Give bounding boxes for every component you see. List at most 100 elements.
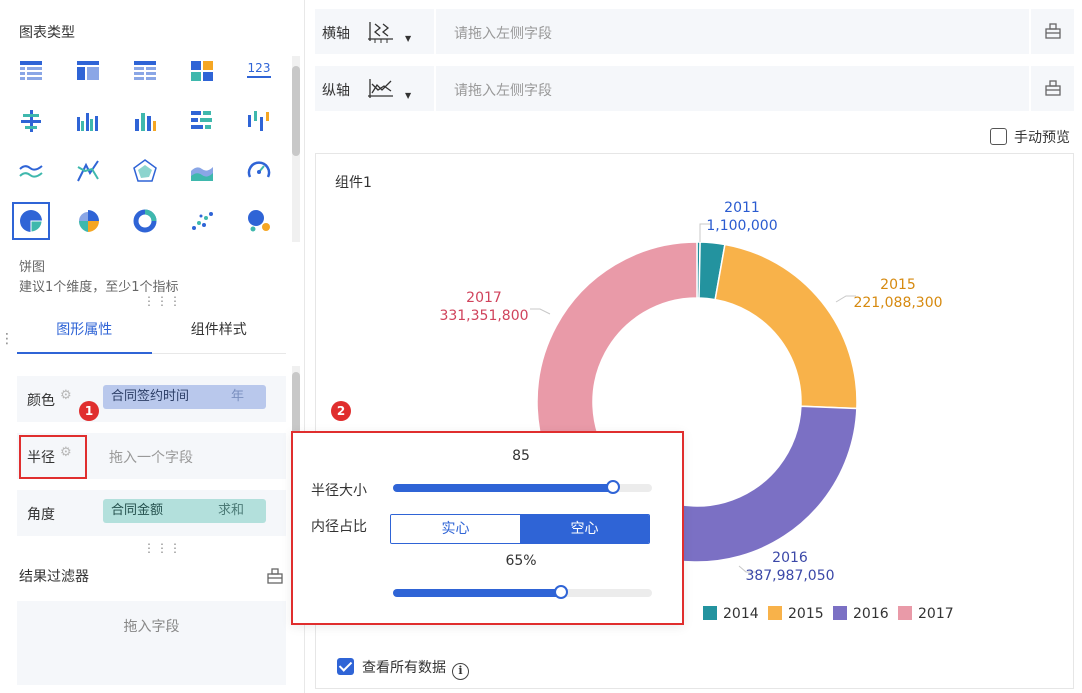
x-axis-row: 横轴 ▼ 请拖入左侧字段 bbox=[315, 9, 1074, 54]
divider bbox=[434, 9, 436, 54]
chevron-down-icon[interactable]: ▼ bbox=[405, 34, 411, 43]
range-bar-icon[interactable] bbox=[240, 102, 278, 140]
chart-types-title: 图表类型 bbox=[19, 25, 75, 41]
radius-slider[interactable] bbox=[393, 480, 652, 494]
solid-option[interactable]: 实心 bbox=[391, 515, 520, 543]
chart-type-grid: 123 bbox=[12, 52, 284, 240]
tab-component-style[interactable]: 组件样式 bbox=[152, 312, 287, 353]
radar-icon[interactable] bbox=[126, 152, 164, 190]
grouped-bar-icon[interactable] bbox=[69, 102, 107, 140]
gear-icon[interactable]: ⚙ bbox=[60, 388, 72, 403]
y-axis-drop[interactable]: 请拖入左侧字段 bbox=[454, 80, 552, 100]
legend-item-2014[interactable]: 2014 bbox=[703, 606, 759, 622]
manual-preview-toggle[interactable]: 手动预览 bbox=[990, 127, 1070, 147]
legend-swatch bbox=[898, 606, 912, 620]
view-all-data-toggle[interactable]: 查看所有数据 i bbox=[337, 657, 469, 680]
area-chart-icon[interactable] bbox=[183, 152, 221, 190]
table-grid-icon[interactable] bbox=[12, 52, 50, 90]
x-axis-icon[interactable] bbox=[367, 19, 395, 45]
resize-handle-icon[interactable]: ⋮⋮⋮ bbox=[143, 542, 182, 554]
radius-field-drop[interactable]: 拖入一个字段 bbox=[109, 447, 193, 467]
radius-slider-fill bbox=[393, 484, 614, 492]
left-panel: 图表类型 123 饼图 建议1个维度，至少1个指标 ⋮⋮⋮ ⋮ 图形属性 组件样… bbox=[0, 0, 305, 693]
inner-radius-slider[interactable] bbox=[393, 585, 652, 599]
radar-line-icon[interactable] bbox=[69, 152, 107, 190]
annotation-badge-2: 2 bbox=[331, 401, 351, 421]
kpi-number-icon[interactable]: 123 bbox=[240, 52, 278, 90]
y-axis-icon[interactable] bbox=[367, 76, 395, 102]
bubble-icon[interactable] bbox=[240, 202, 278, 240]
dashboard-tiles-icon[interactable] bbox=[183, 52, 221, 90]
donut-chart-icon[interactable] bbox=[126, 202, 164, 240]
line-chart-icon[interactable] bbox=[12, 152, 50, 190]
leader-line-2017 bbox=[530, 308, 551, 315]
manual-preview-label: 手动预览 bbox=[1014, 130, 1070, 146]
hollow-option[interactable]: 空心 bbox=[520, 515, 649, 543]
selected-chart-hint: 建议1个维度，至少1个指标 bbox=[19, 280, 179, 295]
divider bbox=[1029, 66, 1031, 111]
divider bbox=[434, 66, 436, 111]
solid-hollow-toggle: 实心 空心 bbox=[390, 514, 650, 544]
angle-label: 角度 bbox=[27, 507, 55, 523]
data-label-category-2015: 2015 bbox=[880, 277, 916, 293]
legend-item-2016[interactable]: 2016 bbox=[833, 606, 889, 622]
data-label-category-2016: 2016 bbox=[772, 550, 808, 566]
legend-label: 2016 bbox=[853, 606, 889, 622]
detail-table-icon[interactable] bbox=[126, 52, 164, 90]
divider bbox=[1029, 9, 1031, 54]
radius-settings-popup: 85 半径大小 内径占比 实心 空心 65% bbox=[291, 431, 684, 625]
y-axis-row: 纵轴 ▼ 请拖入左侧字段 bbox=[315, 66, 1074, 111]
axis-tool-icon[interactable] bbox=[1044, 79, 1062, 97]
axis-tool-icon[interactable] bbox=[1044, 22, 1062, 40]
bar-h-icon[interactable] bbox=[183, 102, 221, 140]
filter-placeholder: 拖入字段 bbox=[123, 619, 180, 635]
resize-handle-icon[interactable]: ⋮⋮⋮ bbox=[143, 295, 182, 307]
data-label-value-2011: 1,100,000 bbox=[706, 218, 777, 234]
data-label-category-2011: 2011 bbox=[724, 200, 760, 216]
manual-preview-checkbox[interactable] bbox=[990, 128, 1007, 145]
inner-radius-label: 内径占比 bbox=[311, 519, 367, 535]
chevron-down-icon[interactable]: ▼ bbox=[405, 91, 411, 100]
legend-swatch bbox=[703, 606, 717, 620]
x-axis-drop[interactable]: 请拖入左侧字段 bbox=[454, 23, 552, 43]
legend-label: 2017 bbox=[918, 606, 954, 622]
svg-text:123: 123 bbox=[248, 61, 271, 75]
angle-field-name: 合同金额 bbox=[111, 503, 164, 518]
stacked-bar-icon[interactable] bbox=[126, 102, 164, 140]
filter-drop-zone[interactable]: 拖入字段 bbox=[17, 601, 286, 685]
color-field-agg[interactable]: 年 bbox=[231, 385, 244, 409]
donut-slice-2015[interactable] bbox=[714, 243, 858, 410]
property-color: 颜色 ⚙ 合同签约时间 年 bbox=[17, 376, 286, 422]
app-root: 图表类型 123 饼图 建议1个维度，至少1个指标 ⋮⋮⋮ ⋮ 图形属性 组件样… bbox=[0, 0, 1082, 693]
inner-radius-slider-fill bbox=[393, 589, 562, 597]
pie-chart-icon[interactable] bbox=[12, 202, 50, 240]
chart-types-scrollbar[interactable] bbox=[292, 56, 300, 242]
data-label-value-2015: 221,088,300 bbox=[853, 295, 942, 311]
legend-item-2015[interactable]: 2015 bbox=[768, 606, 824, 622]
property-angle: 角度 合同金额 求和 bbox=[17, 490, 286, 536]
scroll-thumb[interactable] bbox=[292, 66, 300, 156]
color-label: 颜色 bbox=[27, 393, 55, 409]
angle-field-pill[interactable]: 合同金额 求和 bbox=[103, 499, 266, 523]
angle-field-agg[interactable]: 求和 bbox=[218, 499, 244, 523]
scatter-icon[interactable] bbox=[183, 202, 221, 240]
info-icon[interactable]: i bbox=[452, 663, 469, 680]
y-axis-label: 纵轴 bbox=[322, 83, 350, 99]
legend-label: 2015 bbox=[788, 606, 824, 622]
view-all-checkbox[interactable] bbox=[337, 658, 354, 675]
inner-radius-value: 65% bbox=[505, 553, 537, 569]
gauge-icon[interactable] bbox=[240, 152, 278, 190]
panel-drag-handle-icon[interactable]: ⋮ bbox=[0, 332, 15, 346]
data-label-category-2017: 2017 bbox=[466, 290, 502, 306]
radius-slider-handle[interactable] bbox=[606, 480, 621, 494]
tab-graphic-properties[interactable]: 图形属性 bbox=[17, 312, 152, 354]
inner-radius-slider-handle[interactable] bbox=[554, 585, 569, 599]
rose-pie-icon[interactable] bbox=[69, 202, 107, 240]
color-field-pill[interactable]: 合同签约时间 年 bbox=[103, 385, 266, 409]
legend-item-2017[interactable]: 2017 bbox=[898, 606, 954, 622]
grouped-bar-h-icon[interactable] bbox=[12, 102, 50, 140]
cross-table-icon[interactable] bbox=[69, 52, 107, 90]
filter-tool-icon[interactable] bbox=[266, 567, 284, 585]
x-axis-label: 横轴 bbox=[322, 26, 350, 42]
radius-highlight-box bbox=[19, 435, 87, 479]
